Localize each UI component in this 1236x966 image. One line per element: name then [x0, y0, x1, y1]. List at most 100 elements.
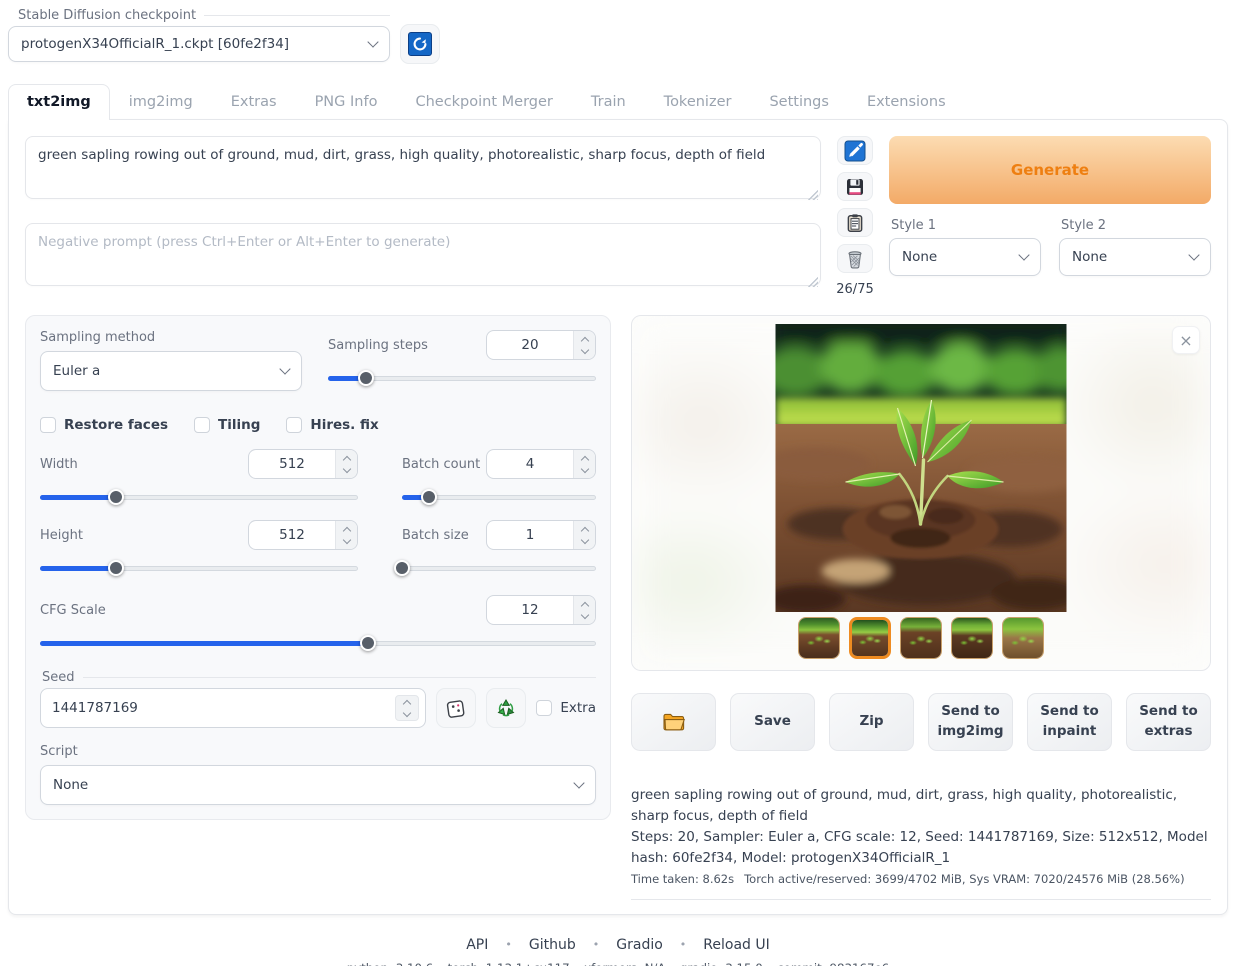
stepper-buttons[interactable]: [573, 596, 595, 624]
dimensions-grid: Width 512: [40, 449, 596, 591]
slider-thumb[interactable]: [108, 560, 124, 576]
prompt-input[interactable]: green sapling rowing out of ground, mud,…: [25, 136, 821, 199]
settings-panel: Sampling method Euler a Sampling steps 2…: [25, 315, 611, 820]
batch-size-block: Batch size 1: [402, 520, 596, 577]
output-column: ×: [631, 315, 1211, 900]
seed-label: Seed: [42, 670, 75, 685]
thumbnail-5[interactable]: [1002, 617, 1044, 659]
tab-txt2img[interactable]: txt2img: [8, 84, 110, 120]
checkpoint-label: Stable Diffusion checkpoint: [18, 8, 196, 23]
clear-prompt-button[interactable]: [837, 244, 873, 273]
hires-fix-checkbox[interactable]: Hires. fix: [286, 417, 378, 433]
tab-settings[interactable]: Settings: [750, 84, 847, 119]
extra-seed-checkbox[interactable]: Extra: [536, 700, 596, 716]
thumbnail-3[interactable]: [900, 617, 942, 659]
stepper-buttons[interactable]: [395, 695, 419, 721]
batch-count-input[interactable]: 4: [486, 449, 596, 479]
thumbnail-image: [952, 618, 992, 658]
seed-input[interactable]: 1441787169: [40, 688, 426, 728]
slider-thumb[interactable]: [394, 560, 410, 576]
checkpoint-label-row: Stable Diffusion checkpoint: [8, 8, 390, 23]
app-root: Stable Diffusion checkpoint protogenX34O…: [0, 0, 1236, 966]
stepper-buttons[interactable]: [573, 450, 595, 478]
open-folder-button[interactable]: [631, 693, 716, 751]
style2-select[interactable]: None: [1059, 238, 1211, 276]
generation-perf-text: Time taken: 8.62sTorch active/reserved: …: [631, 871, 1211, 889]
height-slider[interactable]: [40, 559, 358, 577]
github-link[interactable]: Github: [529, 937, 576, 953]
apply-style-button[interactable]: [837, 208, 873, 237]
slider-thumb[interactable]: [108, 489, 124, 505]
zip-button[interactable]: Zip: [829, 693, 914, 751]
height-input[interactable]: 512: [248, 520, 358, 550]
batch-count-slider[interactable]: [402, 488, 596, 506]
send-to-extras-button[interactable]: Send to extras: [1126, 693, 1211, 751]
tab-extensions[interactable]: Extensions: [848, 84, 965, 119]
send-to-inpaint-button[interactable]: Send to inpaint: [1027, 693, 1112, 751]
close-icon: ×: [1179, 331, 1192, 350]
thumbnail-1[interactable]: [798, 617, 840, 659]
generated-image[interactable]: [776, 324, 1067, 612]
width-input[interactable]: 512: [248, 449, 358, 479]
thumbnail-image: [852, 620, 888, 656]
batch-size-input[interactable]: 1: [486, 520, 596, 550]
tab-extras[interactable]: Extras: [212, 84, 296, 119]
generate-column: Generate Style 1 None Style 2 None: [889, 136, 1211, 297]
refresh-checkpoints-button[interactable]: [400, 24, 440, 64]
tab-img2img[interactable]: img2img: [110, 84, 212, 119]
tiling-checkbox[interactable]: Tiling: [194, 417, 260, 433]
close-gallery-button[interactable]: ×: [1172, 326, 1200, 354]
batch-size-slider[interactable]: [402, 559, 596, 577]
slider-thumb[interactable]: [421, 489, 437, 505]
stepper-buttons[interactable]: [335, 521, 357, 549]
slider-thumb[interactable]: [360, 635, 376, 651]
trash-icon: [845, 249, 865, 269]
footer: API • Github • Gradio • Reload UI python…: [8, 937, 1228, 966]
paste-generation-params-button[interactable]: [837, 136, 873, 165]
style2-label: Style 2: [1061, 218, 1211, 233]
seed-block: Seed 1441787169: [40, 670, 596, 728]
thumbnail-2-selected[interactable]: [849, 617, 891, 659]
checkpoint-select[interactable]: protogenX34OfficialR_1.ckpt [60fe2f34]: [8, 26, 390, 62]
cfg-scale-input[interactable]: 12: [486, 595, 596, 625]
restore-faces-checkbox[interactable]: Restore faces: [40, 417, 168, 433]
cfg-scale-slider[interactable]: [40, 634, 596, 652]
tab-train[interactable]: Train: [572, 84, 645, 119]
reload-ui-link[interactable]: Reload UI: [703, 937, 769, 953]
cfg-scale-label: CFG Scale: [40, 603, 106, 618]
reuse-seed-button[interactable]: [486, 688, 526, 728]
bullet-separator: •: [505, 938, 512, 951]
thumbnail-4[interactable]: [951, 617, 993, 659]
divider: [631, 899, 1211, 900]
checkbox-box: [40, 417, 56, 433]
stepper-buttons[interactable]: [573, 521, 595, 549]
style1-select[interactable]: None: [889, 238, 1041, 276]
sampling-method-select[interactable]: Euler a: [40, 351, 302, 391]
slider-thumb[interactable]: [358, 370, 374, 386]
save-style-button[interactable]: [837, 172, 873, 201]
prompt-wrap: green sapling rowing out of ground, mud,…: [25, 136, 821, 203]
send-to-img2img-button[interactable]: Send to img2img: [928, 693, 1013, 751]
tab-checkpoint-merger[interactable]: Checkpoint Merger: [396, 84, 571, 119]
prompt-tools-column: 26/75: [837, 136, 873, 297]
script-select[interactable]: None: [40, 765, 596, 805]
gradio-link[interactable]: Gradio: [616, 937, 663, 953]
stepper-buttons[interactable]: [573, 331, 595, 359]
save-button[interactable]: Save: [730, 693, 815, 751]
generate-button[interactable]: Generate: [889, 136, 1211, 204]
styles-row: Style 1 None Style 2 None: [889, 218, 1211, 276]
checkpoint-block: Stable Diffusion checkpoint protogenX34O…: [8, 8, 390, 62]
api-link[interactable]: API: [466, 937, 488, 953]
tab-tokenizer[interactable]: Tokenizer: [645, 84, 751, 119]
sampling-method-value: Euler a: [53, 363, 281, 379]
negative-prompt-input[interactable]: [25, 223, 821, 286]
random-seed-button[interactable]: [436, 688, 476, 728]
sampling-steps-input[interactable]: 20: [486, 330, 596, 360]
chevron-down-icon: [573, 777, 584, 788]
width-slider[interactable]: [40, 488, 358, 506]
stepper-buttons[interactable]: [335, 450, 357, 478]
generation-prompt-text: green sapling rowing out of ground, mud,…: [631, 785, 1211, 827]
sampling-steps-slider[interactable]: [328, 369, 596, 387]
tab-png-info[interactable]: PNG Info: [296, 84, 397, 119]
divider: [204, 15, 390, 16]
